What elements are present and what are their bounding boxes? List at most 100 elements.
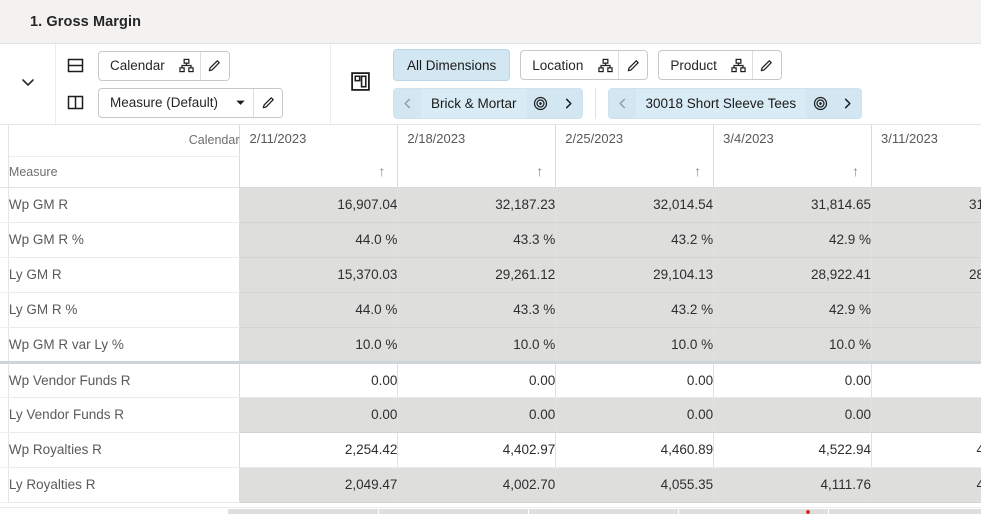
data-cell[interactable]: 4,402.97: [397, 432, 557, 468]
column-axis-pill[interactable]: Measure (Default): [98, 87, 284, 118]
hierarchy-icon[interactable]: [592, 51, 619, 79]
table-row[interactable]: Ly GM R 15,370.03 29,261.12 29,104.13 28,922…: [0, 257, 981, 293]
table-row[interactable]: Wp Royalties R 2,254.42 4,402.97 4,460.89 4,…: [0, 432, 981, 468]
column-axis-edit-pencil-icon[interactable]: [253, 88, 283, 117]
data-cell[interactable]: 31,823.61: [871, 187, 981, 223]
data-cell[interactable]: 0.00: [871, 360, 981, 398]
data-cell[interactable]: 10.0 %: [555, 327, 715, 363]
chevron-right-icon[interactable]: [555, 89, 582, 118]
data-cell[interactable]: 28,930.55: [871, 257, 981, 293]
data-cell[interactable]: 31,814.65: [713, 187, 873, 223]
data-cell[interactable]: 10.0 %: [239, 327, 399, 363]
row-header-label[interactable]: Ly Royalties R: [8, 467, 241, 503]
dimension-pill-product[interactable]: Product: [658, 50, 782, 80]
data-cell[interactable]: 44.0 %: [239, 292, 399, 328]
data-cell[interactable]: 43.2 %: [555, 222, 715, 258]
sort-ascending-arrow-icon[interactable]: ↑: [378, 164, 385, 178]
dimension-value-product[interactable]: 30018 Short Sleeve Tees: [607, 88, 863, 119]
chevron-left-icon[interactable]: [609, 89, 636, 118]
data-cell[interactable]: 4,509.48: [871, 432, 981, 468]
sort-ascending-arrow-icon[interactable]: ↑: [852, 164, 859, 178]
table-row[interactable]: Ly Royalties R 2,049.47 4,002.70 4,055.35 4,…: [0, 467, 981, 503]
hierarchy-icon[interactable]: [725, 51, 752, 79]
column-header-4[interactable]: 3/11/2023 ↑: [871, 125, 981, 188]
data-cell[interactable]: 2,049.47: [239, 467, 399, 503]
data-cell[interactable]: 4,002.70: [397, 467, 557, 503]
table-row[interactable]: Ly Vendor Funds R0.000.000.000.000.00: [0, 397, 981, 433]
data-cell[interactable]: 0.00: [397, 397, 557, 433]
data-cell[interactable]: 42.9 %: [713, 292, 873, 328]
pivot-table: Calendar 2/11/2023 ↑ 2/18/2023 ↑ 2/25/20…: [0, 125, 981, 503]
data-cell[interactable]: 43.2 %: [555, 292, 715, 328]
data-cell[interactable]: 4,099.53: [871, 467, 981, 503]
dimension-value-location[interactable]: Brick & Mortar: [393, 88, 583, 119]
row-header-label[interactable]: Wp GM R var Ly %: [8, 327, 241, 363]
data-cell[interactable]: 42.9 %: [871, 222, 981, 258]
caret-down-icon[interactable]: [227, 88, 254, 117]
column-header-1[interactable]: 2/18/2023 ↑: [397, 125, 557, 188]
data-cell[interactable]: 42.9 %: [871, 292, 981, 328]
data-cell[interactable]: 43.3 %: [397, 292, 557, 328]
data-cell[interactable]: 29,104.13: [555, 257, 715, 293]
data-cell[interactable]: 29,261.12: [397, 257, 557, 293]
row-header-label[interactable]: Ly Vendor Funds R: [8, 397, 241, 433]
target-icon[interactable]: [527, 89, 555, 118]
row-header-label[interactable]: Wp GM R %: [8, 222, 241, 258]
data-cell[interactable]: 0.00: [713, 360, 873, 398]
sort-ascending-arrow-icon[interactable]: ↑: [536, 164, 543, 178]
row-axis-pill[interactable]: Calendar: [98, 50, 230, 81]
data-cell[interactable]: 43.3 %: [397, 222, 557, 258]
data-cell[interactable]: 44.0 %: [239, 222, 399, 258]
product-edit-pencil-icon[interactable]: [751, 51, 781, 79]
row-header-label[interactable]: Wp GM R: [8, 187, 241, 223]
chevron-right-icon[interactable]: [834, 89, 861, 118]
sort-ascending-arrow-icon[interactable]: ↑: [694, 164, 701, 178]
column-axis-row: Measure (Default): [64, 87, 330, 118]
table-row[interactable]: Wp GM R %44.0 %43.3 %43.2 %42.9 %42.9 %: [0, 222, 981, 258]
column-axis-label: Measure (Default): [110, 95, 219, 110]
chevron-left-icon[interactable]: [394, 89, 421, 118]
table-row[interactable]: Ly GM R %44.0 %43.3 %43.2 %42.9 %42.9 %: [0, 292, 981, 328]
table-row[interactable]: Wp GM R var Ly % 10.0 % 10.0 % 10.0 % 10.0 %…: [0, 327, 981, 363]
data-cell[interactable]: 15,370.03: [239, 257, 399, 293]
data-cell[interactable]: 2,254.42: [239, 432, 399, 468]
data-cell[interactable]: 0.00: [397, 360, 557, 398]
data-cell[interactable]: 4,460.89: [555, 432, 715, 468]
collapse-toolbar-button[interactable]: [0, 44, 56, 124]
row-axis-edit-pencil-icon[interactable]: [199, 51, 229, 80]
data-cell[interactable]: 16,907.04: [239, 187, 399, 223]
target-icon[interactable]: [806, 89, 834, 118]
data-cell[interactable]: 28,922.41: [713, 257, 873, 293]
data-cell[interactable]: 4,522.94: [713, 432, 873, 468]
dimension-pill-location[interactable]: Location: [520, 50, 649, 80]
all-dimensions-button[interactable]: All Dimensions: [393, 49, 511, 81]
row-gutter: [0, 222, 9, 258]
data-cell[interactable]: 32,187.23: [397, 187, 557, 223]
row-header-label[interactable]: Ly GM R %: [8, 292, 241, 328]
pivot-grid[interactable]: Calendar 2/11/2023 ↑ 2/18/2023 ↑ 2/25/20…: [0, 125, 981, 514]
data-cell[interactable]: 10.0 %: [871, 327, 981, 363]
data-cell[interactable]: 42.9 %: [713, 222, 873, 258]
data-cell[interactable]: 0.00: [871, 397, 981, 433]
data-cell[interactable]: 4,111.76: [713, 467, 873, 503]
data-cell[interactable]: 0.00: [239, 397, 399, 433]
data-cell[interactable]: 0.00: [555, 397, 715, 433]
row-header-label[interactable]: Wp Vendor Funds R: [8, 360, 241, 398]
data-cell[interactable]: 4,055.35: [555, 467, 715, 503]
column-header-0[interactable]: 2/11/2023 ↑: [239, 125, 399, 188]
panel-layout-button[interactable]: [331, 44, 389, 124]
column-header-3[interactable]: 3/4/2023 ↑: [713, 125, 873, 188]
location-edit-pencil-icon[interactable]: [618, 51, 648, 79]
row-header-label[interactable]: Ly GM R: [8, 257, 241, 293]
data-cell[interactable]: 0.00: [239, 360, 399, 398]
table-row[interactable]: Wp GM R 16,907.04 32,187.23 32,014.54 31,814…: [0, 187, 981, 223]
column-header-2[interactable]: 2/25/2023 ↑: [555, 125, 715, 188]
table-row[interactable]: Wp Vendor Funds R0.000.000.000.000.00: [0, 360, 981, 398]
data-cell[interactable]: 0.00: [555, 360, 715, 398]
data-cell[interactable]: 32,014.54: [555, 187, 715, 223]
hierarchy-icon[interactable]: [173, 51, 200, 80]
data-cell[interactable]: 10.0 %: [397, 327, 557, 363]
row-header-label[interactable]: Wp Royalties R: [8, 432, 241, 468]
data-cell[interactable]: 0.00: [713, 397, 873, 433]
data-cell[interactable]: 10.0 %: [713, 327, 873, 363]
